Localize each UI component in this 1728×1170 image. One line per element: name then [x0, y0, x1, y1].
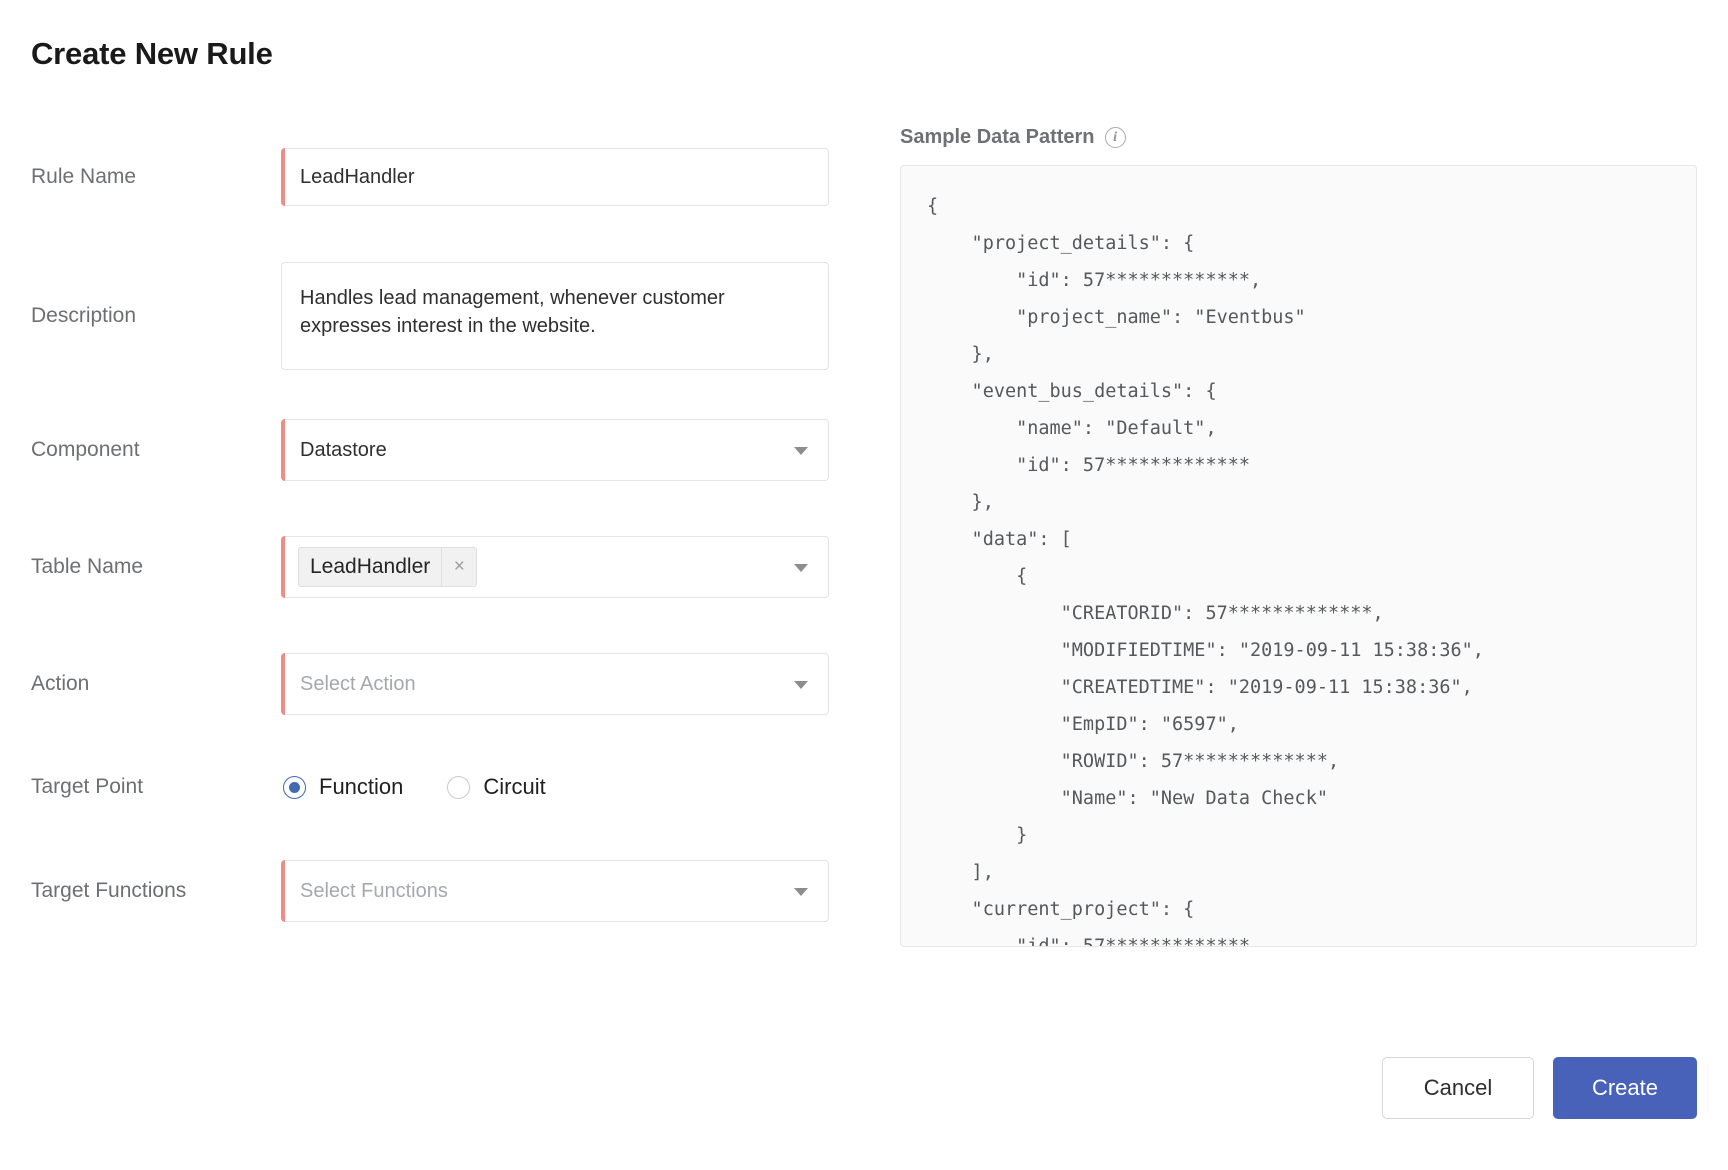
form-row-component: Component Datastore: [31, 419, 851, 481]
chevron-down-icon: [794, 564, 808, 572]
component-value: Datastore: [300, 438, 387, 461]
target-functions-select[interactable]: Select Functions: [281, 860, 829, 922]
sample-data-pattern-header: Sample Data Pattern i: [900, 126, 1697, 149]
description-textarea[interactable]: Handles lead management, whenever custom…: [281, 262, 829, 370]
form-row-action: Action Select Action: [31, 653, 851, 715]
sample-data-code: { "project_details": { "id": 57*********…: [927, 196, 1484, 947]
form-row-target-point: Target Point Function Circuit: [31, 764, 851, 810]
form-row-table-name: Table Name LeadHandler ×: [31, 536, 851, 598]
form-row-description: Description Handles lead management, whe…: [31, 262, 851, 370]
close-icon[interactable]: ×: [441, 548, 476, 586]
chevron-down-icon: [794, 681, 808, 689]
target-functions-label: Target Functions: [31, 879, 187, 903]
rule-name-input[interactable]: LeadHandler: [281, 148, 829, 206]
radio-option-function[interactable]: Function: [283, 774, 403, 800]
dialog-footer: Cancel Create: [1382, 1057, 1697, 1119]
rule-name-label: Rule Name: [31, 165, 137, 189]
create-button[interactable]: Create: [1553, 1057, 1697, 1119]
table-name-chip-label: LeadHandler: [310, 555, 431, 578]
action-label: Action: [31, 672, 90, 696]
form-row-rule-name: Rule Name LeadHandler: [31, 148, 851, 206]
radio-circuit-label: Circuit: [483, 774, 546, 799]
info-icon[interactable]: i: [1104, 127, 1126, 148]
create-new-rule-page: Create New Rule Rule Name LeadHandler De…: [0, 0, 1728, 1170]
rule-name-value: LeadHandler: [300, 165, 415, 188]
cancel-button[interactable]: Cancel: [1382, 1057, 1534, 1119]
radio-option-circuit[interactable]: Circuit: [447, 774, 546, 800]
description-label: Description: [31, 304, 137, 328]
action-placeholder: Select Action: [300, 672, 416, 695]
table-name-label: Table Name: [31, 555, 144, 579]
form-row-target-functions: Target Functions Select Functions: [31, 860, 851, 922]
component-select[interactable]: Datastore: [281, 419, 829, 481]
chevron-down-icon: [794, 888, 808, 896]
table-name-chip[interactable]: LeadHandler ×: [298, 547, 478, 587]
action-select[interactable]: Select Action: [281, 653, 829, 715]
sample-data-pattern-title: Sample Data Pattern: [900, 126, 1095, 148]
target-point-radio-group: Function Circuit: [281, 774, 851, 800]
table-name-select[interactable]: LeadHandler ×: [281, 536, 829, 598]
radio-circuit-indicator[interactable]: [447, 775, 471, 799]
radio-function-label: Function: [319, 774, 404, 799]
component-label: Component: [31, 438, 140, 462]
target-point-label: Target Point: [31, 775, 144, 799]
sample-data-pattern-panel: Sample Data Pattern i { "project_details…: [900, 126, 1697, 947]
page-title: Create New Rule: [31, 36, 273, 71]
chevron-down-icon: [794, 447, 808, 455]
target-functions-placeholder: Select Functions: [300, 879, 448, 902]
radio-function-indicator[interactable]: [283, 775, 306, 799]
rule-form: Rule Name LeadHandler Description Handle…: [31, 148, 851, 922]
sample-data-code-box[interactable]: { "project_details": { "id": 57*********…: [900, 165, 1697, 947]
